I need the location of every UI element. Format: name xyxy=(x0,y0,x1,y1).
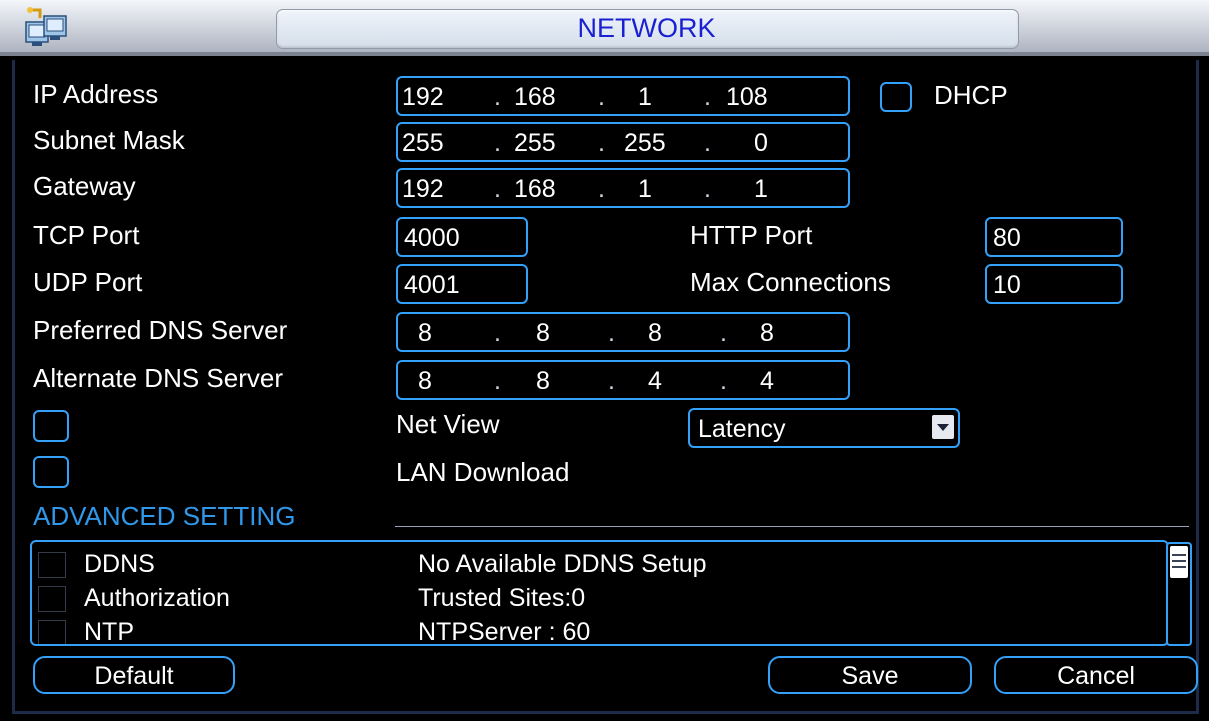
tcp-port-label: TCP Port xyxy=(33,220,140,250)
max-connections-input[interactable]: 10 xyxy=(985,264,1123,304)
subnet-mask-field[interactable]: 255 . 255 . 255 . 0 xyxy=(396,122,850,162)
ip-dot: . xyxy=(704,83,711,111)
http-port-value: 80 xyxy=(993,224,1021,252)
window-title: NETWORK xyxy=(577,13,716,43)
net-view-dropdown[interactable]: Latency xyxy=(688,408,960,448)
row-value: No Available DDNS Setup xyxy=(418,550,707,578)
dns1-dot: . xyxy=(608,319,615,347)
subnet-octet-2[interactable]: 255 xyxy=(514,128,556,158)
title-bar: NETWORK xyxy=(0,0,1209,56)
dns2-dot: . xyxy=(720,367,727,395)
net-view-checkbox[interactable] xyxy=(33,410,69,442)
row-checkbox[interactable] xyxy=(38,620,66,644)
tcp-port-input[interactable]: 4000 xyxy=(396,217,528,257)
scroll-thumb[interactable] xyxy=(1170,546,1188,578)
dns1-octet-4[interactable]: 8 xyxy=(760,318,774,348)
row-value: NTPServer : 60 xyxy=(418,618,591,646)
ip-octet-2[interactable]: 168 xyxy=(514,82,556,112)
dns2-dot: . xyxy=(494,367,501,395)
gateway-dot: . xyxy=(494,175,501,203)
gateway-octet-2[interactable]: 168 xyxy=(514,174,556,204)
ip-dot: . xyxy=(494,83,501,111)
dns2-octet-2[interactable]: 8 xyxy=(536,366,550,396)
subnet-octet-3[interactable]: 255 xyxy=(624,128,666,158)
dns2-octet-3[interactable]: 4 xyxy=(648,366,662,396)
advanced-setting-title: ADVANCED SETTING xyxy=(33,501,296,531)
subnet-octet-1[interactable]: 255 xyxy=(402,128,444,158)
gateway-octet-4[interactable]: 1 xyxy=(754,174,768,204)
dhcp-label: DHCP xyxy=(934,80,1008,110)
ip-dot: . xyxy=(598,83,605,111)
alternate-dns-field[interactable]: 8 . 8 . 4 . 4 xyxy=(396,360,850,400)
advanced-divider xyxy=(395,526,1189,527)
row-checkbox[interactable] xyxy=(38,586,66,612)
gateway-dot: . xyxy=(704,175,711,203)
chevron-down-icon[interactable] xyxy=(932,415,954,439)
udp-port-value: 4001 xyxy=(404,271,460,299)
dns1-octet-2[interactable]: 8 xyxy=(536,318,550,348)
lan-download-label: LAN Download xyxy=(396,457,570,487)
row-name: DDNS xyxy=(84,550,155,578)
dns1-octet-3[interactable]: 8 xyxy=(648,318,662,348)
ip-octet-3[interactable]: 1 xyxy=(638,82,652,112)
dns2-dot: . xyxy=(608,367,615,395)
network-window: NETWORK IP Address 192 . 168 . 1 . 108 D… xyxy=(0,0,1209,721)
lan-download-checkbox[interactable] xyxy=(33,456,69,488)
dns2-octet-1[interactable]: 8 xyxy=(418,366,432,396)
gateway-octet-1[interactable]: 192 xyxy=(402,174,444,204)
save-button[interactable]: Save xyxy=(768,656,972,694)
advanced-list: DDNS No Available DDNS Setup Authorizati… xyxy=(30,540,1169,646)
preferred-dns-label: Preferred DNS Server xyxy=(33,315,288,345)
dns1-dot: . xyxy=(720,319,727,347)
subnet-octet-4[interactable]: 0 xyxy=(754,128,768,158)
subnet-mask-label: Subnet Mask xyxy=(33,125,185,155)
list-item[interactable]: Authorization Trusted Sites:0 xyxy=(32,582,1167,614)
alternate-dns-label: Alternate DNS Server xyxy=(33,363,283,393)
row-name: Authorization xyxy=(84,584,230,612)
row-checkbox[interactable] xyxy=(38,552,66,578)
ip-address-field[interactable]: 192 . 168 . 1 . 108 xyxy=(396,76,850,116)
tcp-port-value: 4000 xyxy=(404,224,460,252)
udp-port-label: UDP Port xyxy=(33,267,143,297)
subnet-dot: . xyxy=(704,129,711,157)
ip-address-label: IP Address xyxy=(33,79,159,109)
cancel-button[interactable]: Cancel xyxy=(994,656,1198,694)
dns1-dot: . xyxy=(494,319,501,347)
http-port-input[interactable]: 80 xyxy=(985,217,1123,257)
dhcp-checkbox[interactable] xyxy=(880,82,912,112)
max-connections-value: 10 xyxy=(993,271,1021,299)
row-value: Trusted Sites:0 xyxy=(418,584,586,612)
dns1-octet-1[interactable]: 8 xyxy=(418,318,432,348)
ip-octet-1[interactable]: 192 xyxy=(402,82,444,112)
gateway-field[interactable]: 192 . 168 . 1 . 1 xyxy=(396,168,850,208)
list-item[interactable]: DDNS No Available DDNS Setup xyxy=(32,548,1167,580)
net-view-label: Net View xyxy=(396,409,500,439)
udp-port-input[interactable]: 4001 xyxy=(396,264,528,304)
net-view-dropdown-value: Latency xyxy=(698,415,786,443)
http-port-label: HTTP Port xyxy=(690,220,813,250)
list-item[interactable]: NTP NTPServer : 60 xyxy=(32,616,1167,646)
gateway-octet-3[interactable]: 1 xyxy=(638,174,652,204)
gateway-label: Gateway xyxy=(33,171,136,201)
row-name: NTP xyxy=(84,618,134,646)
gateway-dot: . xyxy=(598,175,605,203)
default-button[interactable]: Default xyxy=(33,656,235,694)
subnet-dot: . xyxy=(494,129,501,157)
max-connections-label: Max Connections xyxy=(690,267,891,297)
advanced-scrollbar[interactable] xyxy=(1166,542,1192,646)
ip-octet-4[interactable]: 108 xyxy=(726,82,768,112)
subnet-dot: . xyxy=(598,129,605,157)
preferred-dns-field[interactable]: 8 . 8 . 8 . 8 xyxy=(396,312,850,352)
network-app-icon xyxy=(25,7,67,46)
dns2-octet-4[interactable]: 4 xyxy=(760,366,774,396)
